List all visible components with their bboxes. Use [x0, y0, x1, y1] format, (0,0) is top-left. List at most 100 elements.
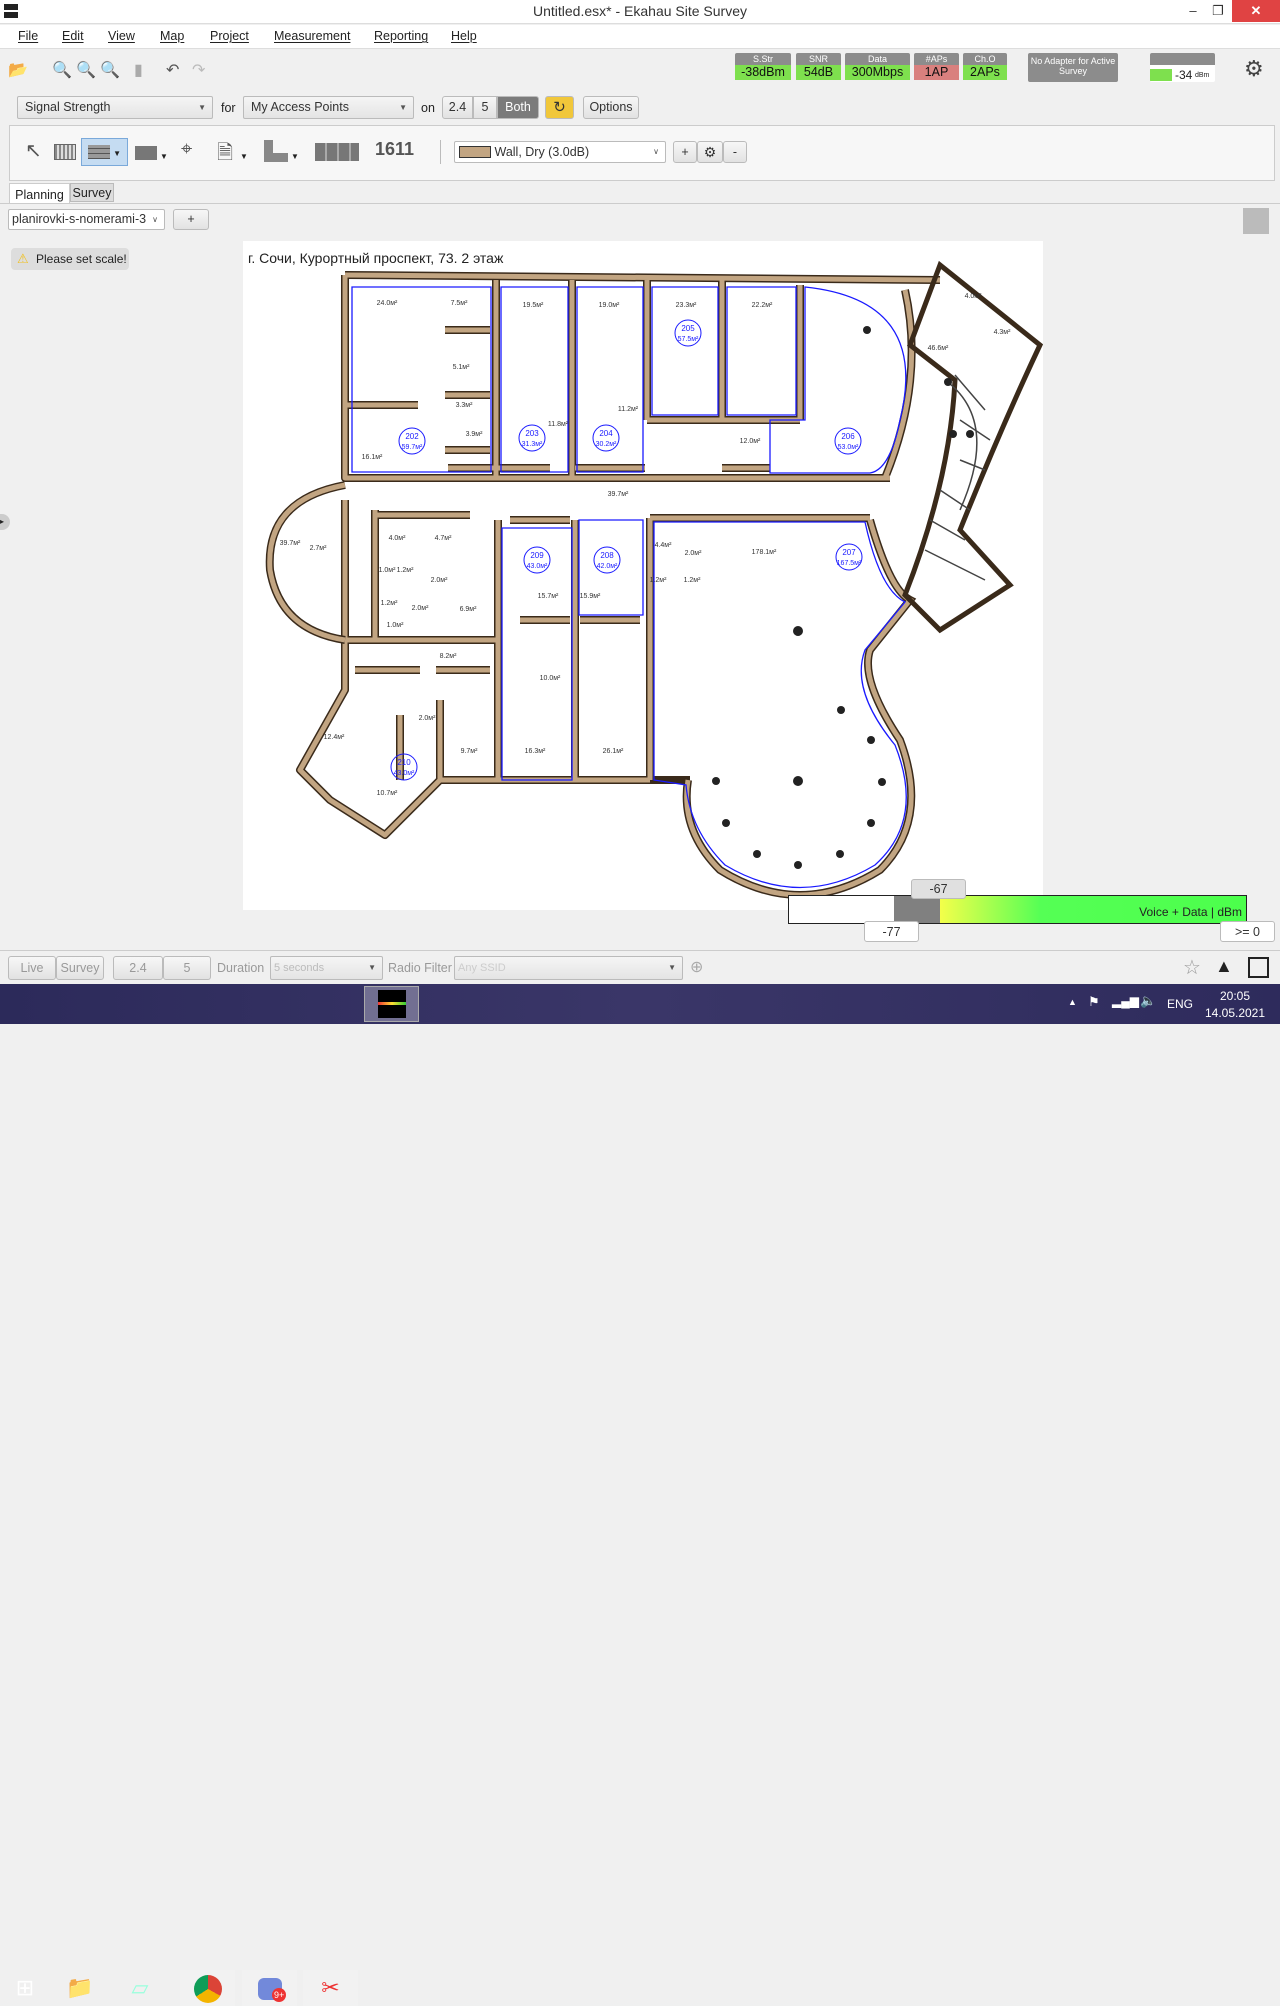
room-number: 207: [842, 548, 856, 557]
add-map-button[interactable]: +: [173, 209, 209, 230]
adapter-status[interactable]: No Adapter for Active Survey: [1028, 53, 1118, 82]
band-2-4-button[interactable]: 2.4: [442, 96, 473, 119]
restore-button[interactable]: ❐: [1203, 0, 1233, 22]
legend-threshold-low[interactable]: -77: [864, 921, 919, 942]
signal-bars-icon[interactable]: [1243, 208, 1269, 234]
menu-reporting[interactable]: Reporting: [374, 29, 428, 43]
room-area: 57.5м²: [678, 336, 699, 343]
menu-help[interactable]: Help: [451, 29, 477, 43]
wall-settings-button[interactable]: ⚙: [697, 141, 723, 163]
open-folder-icon[interactable]: 📂: [8, 60, 28, 80]
volume-icon[interactable]: 🔈: [1140, 993, 1156, 1009]
language-indicator[interactable]: ENG: [1167, 997, 1193, 1011]
menu-project[interactable]: Project: [210, 29, 249, 43]
set-scale-warning[interactable]: ⚠ Please set scale!: [11, 248, 129, 270]
notepad-icon[interactable]: ▱: [120, 1970, 160, 2006]
wall-type-select[interactable]: Wall, Dry (3.0dB) ∨: [454, 141, 666, 163]
radio-filter-label: Radio Filter: [388, 961, 452, 975]
channel-planner-icon[interactable]: 1611: [375, 139, 414, 160]
menu-file[interactable]: File: [18, 29, 38, 43]
clock-time[interactable]: 20:05: [1205, 989, 1265, 1003]
star-icon[interactable]: ☆: [1183, 955, 1201, 980]
duration-select[interactable]: 5 seconds ▼: [270, 956, 383, 980]
bottom-band-5-button[interactable]: 5: [163, 956, 211, 980]
legend-threshold-high[interactable]: >= 0: [1220, 921, 1275, 942]
signal-meter-value: -34: [1175, 68, 1193, 82]
remove-wall-type-button[interactable]: -: [723, 141, 747, 163]
zoom-fit-icon[interactable]: 🔍: [100, 60, 120, 80]
map-select[interactable]: planirovki-s-nomerami-3 ∨: [8, 209, 165, 230]
zoom-in-icon[interactable]: 🔍: [52, 60, 72, 80]
redo-icon[interactable]: ↷: [192, 60, 205, 80]
status-snr[interactable]: SNR 54dB: [796, 53, 841, 82]
settings-gear-icon[interactable]: ⚙: [1244, 56, 1264, 82]
room-area: 53.0м²: [838, 444, 859, 451]
room-number-labels: 202 59.7м² 203 31.3м² 204 30.2м² 205 57.5м² 206 5…: [390, 319, 863, 781]
snipping-tool-icon[interactable]: ✂: [303, 1970, 358, 2006]
menu-edit[interactable]: Edit: [62, 29, 84, 43]
show-hidden-icons[interactable]: ▲: [1068, 997, 1077, 1007]
status-value: 54dB: [796, 65, 841, 80]
document-icon[interactable]: 🗎: [217, 138, 233, 172]
expand-left-panel-handle[interactable]: ▸: [0, 514, 10, 530]
clock-date[interactable]: 14.05.2021: [1200, 1006, 1270, 1020]
band-both-button[interactable]: Both: [497, 96, 539, 119]
status-ap-count[interactable]: #APs 1AP: [914, 53, 959, 82]
menu-view[interactable]: View: [108, 29, 135, 43]
options-button[interactable]: Options: [583, 96, 639, 119]
duration-value: 5 seconds: [274, 962, 325, 974]
tab-divider: [0, 203, 1280, 204]
add-wall-type-button[interactable]: +: [673, 141, 697, 163]
live-button[interactable]: Live: [8, 956, 56, 980]
network-icon[interactable]: ▂▄▆: [1112, 994, 1139, 1008]
chart-icon[interactable]: ▮: [134, 60, 143, 80]
zoom-search-icon[interactable]: ⊕: [690, 957, 703, 977]
menu-measurement[interactable]: Measurement: [274, 29, 350, 43]
map-note-target-icon[interactable]: ⌖: [181, 138, 192, 161]
chrome-icon[interactable]: [180, 1970, 235, 2006]
ap-filter-value: My Access Points: [251, 100, 349, 114]
staircase-outline: [902, 260, 1044, 634]
area-label: 23.3м²: [676, 302, 697, 309]
undo-icon[interactable]: ↶: [166, 60, 179, 80]
status-data-rate[interactable]: Data 300Mbps: [845, 53, 910, 82]
tab-survey[interactable]: Survey: [70, 183, 114, 202]
ssid-filter-select[interactable]: Any SSID ▼: [454, 956, 683, 980]
status-value: 2APs: [963, 65, 1007, 80]
ekahau-task-icon[interactable]: [364, 986, 419, 1022]
area-label: 16.3м²: [525, 748, 546, 755]
status-signal-strength[interactable]: S.Str -38dBm: [735, 53, 791, 82]
popout-icon[interactable]: [1248, 957, 1269, 978]
auto-place-aps-icon[interactable]: [315, 143, 359, 161]
bottom-band-2-4-button[interactable]: 2.4: [113, 956, 163, 980]
visualization-select[interactable]: Signal Strength ▼: [17, 96, 213, 119]
band-5-button[interactable]: 5: [473, 96, 497, 119]
discord-icon[interactable]: 9+: [242, 1970, 297, 2006]
status-value: -38dBm: [735, 65, 791, 80]
room-area: 30.2м²: [596, 441, 617, 448]
tab-planning[interactable]: Planning: [9, 183, 70, 204]
flag-icon[interactable]: ⚑: [1088, 994, 1100, 1010]
area-tool-icon[interactable]: [264, 140, 288, 162]
measure-ruler-icon[interactable]: [54, 144, 76, 160]
wall-tool-button[interactable]: ▼: [81, 138, 128, 166]
bottom-divider: [0, 950, 1280, 951]
zoom-out-icon[interactable]: 🔍: [76, 60, 96, 80]
area-label: 7.5м²: [451, 300, 469, 307]
access-point-icon[interactable]: [135, 146, 157, 160]
floor-plan-map[interactable]: г. Сочи, Курортный проспект, 73. 2 этаж …: [243, 241, 1044, 910]
windows-start-icon[interactable]: ⊞: [5, 1970, 45, 2006]
ap-filter-select[interactable]: My Access Points ▼: [243, 96, 414, 119]
legend-threshold-top[interactable]: -67: [911, 879, 966, 899]
area-label: 4.3м²: [994, 329, 1012, 336]
survey-mode-button[interactable]: Survey: [56, 956, 104, 980]
file-explorer-icon[interactable]: 📁: [60, 1970, 100, 2006]
select-pointer-icon[interactable]: ↖: [25, 138, 42, 163]
close-button[interactable]: ✕: [1232, 0, 1280, 22]
refresh-button[interactable]: ↻: [545, 96, 574, 119]
status-channel-overlap[interactable]: Ch.O 2APs: [963, 53, 1007, 82]
menu-map[interactable]: Map: [160, 29, 184, 43]
area-label: 22.2м²: [752, 302, 773, 309]
triangle-up-icon[interactable]: ▲: [1215, 956, 1233, 977]
room-number: 209: [530, 551, 544, 560]
